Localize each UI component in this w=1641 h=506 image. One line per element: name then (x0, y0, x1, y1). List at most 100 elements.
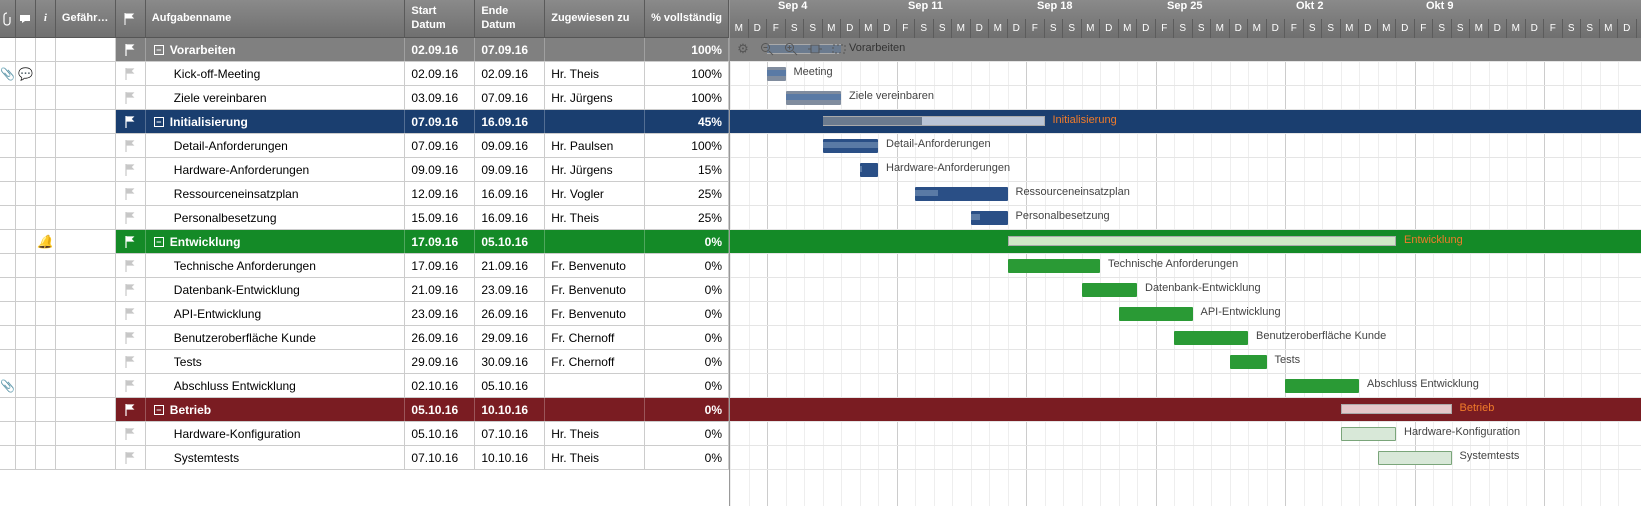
task-name[interactable]: Detail-Anforderungen (146, 134, 406, 157)
task-bar[interactable] (1341, 427, 1397, 441)
row-risk-cell[interactable] (56, 206, 116, 229)
row-info-cell[interactable] (36, 398, 56, 421)
task-name[interactable]: Benutzeroberfläche Kunde (146, 326, 406, 349)
row-flag-cell[interactable] (116, 158, 146, 181)
task-bar[interactable] (1378, 451, 1452, 465)
assigned-to[interactable]: Fr. Chernoff (545, 326, 645, 349)
row-attach-cell[interactable] (0, 110, 16, 133)
gantt-task-row[interactable]: Personalbesetzung (730, 206, 1641, 230)
row-comment-cell[interactable] (16, 374, 36, 397)
task-row[interactable]: Ressourceneinsatzplan12.09.1616.09.16Hr.… (0, 182, 729, 206)
row-comment-cell[interactable] (16, 422, 36, 445)
gantt-task-row[interactable]: API-Entwicklung (730, 302, 1641, 326)
row-risk-cell[interactable] (56, 350, 116, 373)
row-flag-cell[interactable] (116, 326, 146, 349)
task-row[interactable]: 📎💬Kick-off-Meeting02.09.1602.09.16Hr. Th… (0, 62, 729, 86)
gantt-task-row[interactable]: Hardware-Konfiguration (730, 422, 1641, 446)
col-attachment-icon[interactable] (0, 0, 16, 38)
assigned-to[interactable]: Hr. Theis (545, 446, 645, 469)
col-start[interactable]: Start Datum (405, 0, 475, 38)
row-info-cell[interactable] (36, 254, 56, 277)
task-name[interactable]: Systemtests (146, 446, 406, 469)
zoom-out-icon[interactable] (758, 40, 776, 58)
gantt-task-row[interactable]: Meeting (730, 62, 1641, 86)
start-date[interactable]: 17.09.16 (405, 254, 475, 277)
start-date[interactable]: 17.09.16 (405, 230, 475, 253)
row-attach-cell[interactable] (0, 182, 16, 205)
end-date[interactable]: 10.10.16 (475, 398, 545, 421)
row-comment-cell[interactable] (16, 158, 36, 181)
row-risk-cell[interactable] (56, 422, 116, 445)
task-name[interactable]: Abschluss Entwicklung (146, 374, 406, 397)
pct-complete[interactable]: 0% (645, 398, 729, 421)
start-date[interactable]: 05.10.16 (405, 398, 475, 421)
assigned-to[interactable]: Hr. Theis (545, 422, 645, 445)
assigned-to[interactable]: Fr. Benvenuto (545, 254, 645, 277)
end-date[interactable]: 05.10.16 (475, 374, 545, 397)
row-risk-cell[interactable] (56, 134, 116, 157)
pct-complete[interactable]: 0% (645, 254, 729, 277)
col-comment-icon[interactable] (16, 0, 36, 38)
row-flag-cell[interactable] (116, 134, 146, 157)
task-name[interactable]: Ressourceneinsatzplan (146, 182, 406, 205)
row-info-cell[interactable] (36, 326, 56, 349)
gantt-task-row[interactable]: Benutzeroberfläche Kunde (730, 326, 1641, 350)
row-flag-cell[interactable] (116, 422, 146, 445)
assigned-to[interactable]: Fr. Benvenuto (545, 278, 645, 301)
collapse-icon[interactable]: − (154, 45, 164, 55)
end-date[interactable]: 09.09.16 (475, 158, 545, 181)
start-date[interactable]: 21.09.16 (405, 278, 475, 301)
pct-complete[interactable]: 0% (645, 374, 729, 397)
row-info-cell[interactable] (36, 86, 56, 109)
collapse-icon[interactable]: − (154, 237, 164, 247)
start-date[interactable]: 05.10.16 (405, 422, 475, 445)
gantt-task-row[interactable]: Ziele vereinbaren (730, 86, 1641, 110)
row-comment-cell[interactable] (16, 302, 36, 325)
task-row[interactable]: Hardware-Anforderungen09.09.1609.09.16Hr… (0, 158, 729, 182)
task-name[interactable]: Tests (146, 350, 406, 373)
row-risk-cell[interactable] (56, 62, 116, 85)
row-info-cell[interactable] (36, 182, 56, 205)
gantt-task-row[interactable]: Datenbank-Entwicklung (730, 278, 1641, 302)
pct-complete[interactable]: 100% (645, 134, 729, 157)
row-risk-cell[interactable] (56, 230, 116, 253)
assigned-to[interactable] (545, 110, 645, 133)
task-row[interactable]: API-Entwicklung23.09.1626.09.16Fr. Benve… (0, 302, 729, 326)
task-row[interactable]: Hardware-Konfiguration05.10.1607.10.16Hr… (0, 422, 729, 446)
task-name[interactable]: Personalbesetzung (146, 206, 406, 229)
start-date[interactable]: 07.09.16 (405, 134, 475, 157)
row-attach-cell[interactable] (0, 326, 16, 349)
pct-complete[interactable]: 25% (645, 182, 729, 205)
end-date[interactable]: 16.09.16 (475, 182, 545, 205)
pct-complete[interactable]: 25% (645, 206, 729, 229)
row-flag-cell[interactable] (116, 230, 146, 253)
row-info-cell[interactable] (36, 206, 56, 229)
row-attach-cell[interactable] (0, 134, 16, 157)
row-risk-cell[interactable] (56, 86, 116, 109)
row-info-cell[interactable] (36, 134, 56, 157)
row-attach-cell[interactable] (0, 422, 16, 445)
row-flag-cell[interactable] (116, 446, 146, 469)
task-name[interactable]: Hardware-Anforderungen (146, 158, 406, 181)
col-info[interactable]: i (36, 0, 56, 38)
end-date[interactable]: 07.10.16 (475, 422, 545, 445)
end-date[interactable]: 30.09.16 (475, 350, 545, 373)
gantt-task-row[interactable]: Systemtests (730, 446, 1641, 470)
row-comment-cell[interactable] (16, 86, 36, 109)
gantt-group-row[interactable]: Initialisierung (730, 110, 1641, 134)
pct-complete[interactable]: 0% (645, 278, 729, 301)
task-bar[interactable] (1119, 307, 1193, 321)
task-bar[interactable] (1230, 355, 1267, 369)
fit-icon[interactable] (806, 40, 824, 58)
row-risk-cell[interactable] (56, 374, 116, 397)
start-date[interactable]: 07.10.16 (405, 446, 475, 469)
task-name[interactable]: Datenbank-Entwicklung (146, 278, 406, 301)
end-date[interactable]: 16.09.16 (475, 206, 545, 229)
assigned-to[interactable]: Hr. Theis (545, 206, 645, 229)
start-date[interactable]: 23.09.16 (405, 302, 475, 325)
task-row[interactable]: Tests29.09.1630.09.16Fr. Chernoff0% (0, 350, 729, 374)
row-flag-cell[interactable] (116, 182, 146, 205)
end-date[interactable]: 21.09.16 (475, 254, 545, 277)
end-date[interactable]: 10.10.16 (475, 446, 545, 469)
assigned-to[interactable]: Fr. Chernoff (545, 350, 645, 373)
